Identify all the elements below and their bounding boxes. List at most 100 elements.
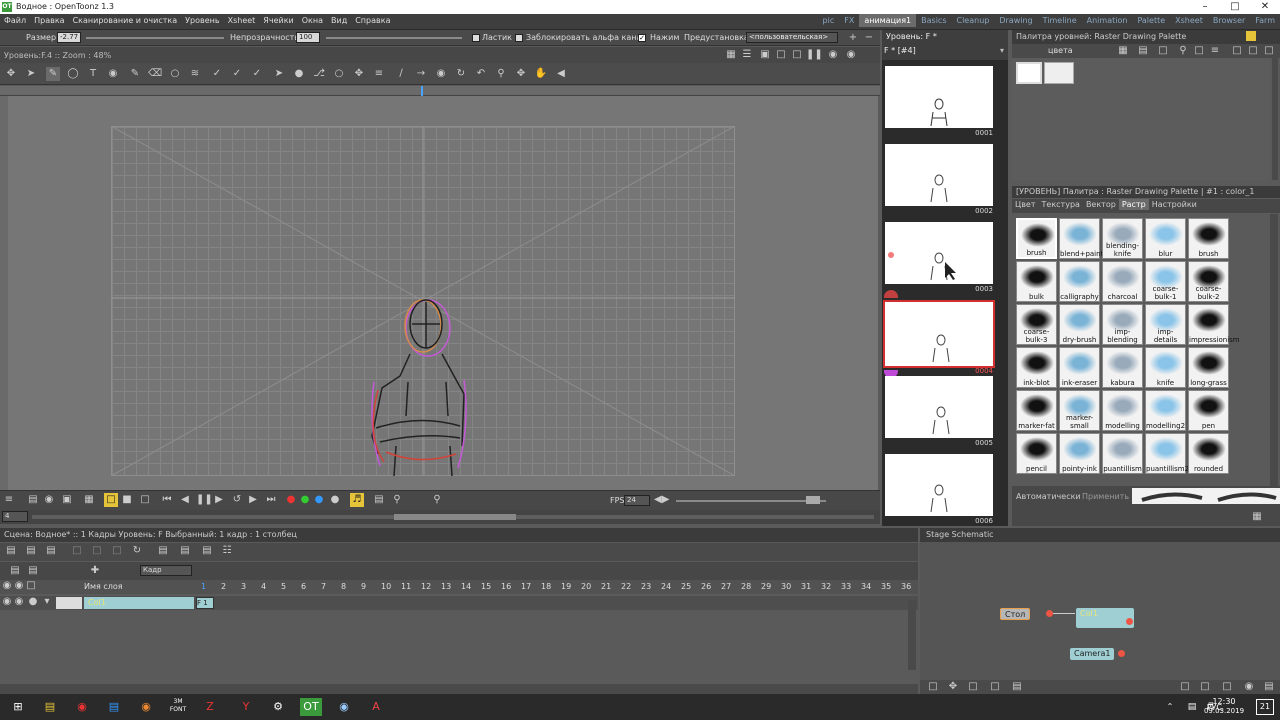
fill-tool-icon[interactable]: ◉: [106, 67, 120, 81]
menu-view[interactable]: Вид: [327, 14, 351, 27]
sound-icon[interactable]: ♬: [350, 493, 364, 507]
brush-swatch[interactable]: ink-eraser: [1059, 347, 1100, 388]
safe-area-icon[interactable]: □: [138, 493, 152, 507]
settings-icon[interactable]: ▦: [1250, 510, 1264, 524]
rotate-tool-icon[interactable]: ↻: [454, 67, 468, 81]
new-pegbar-icon[interactable]: □: [1198, 680, 1212, 694]
brush-swatch[interactable]: ink-blot: [1016, 347, 1057, 388]
node-port[interactable]: [1126, 618, 1133, 625]
close-panel-icon[interactable]: □: [1262, 44, 1276, 58]
tray-arrow-icon[interactable]: ⌃: [1160, 698, 1180, 716]
chevron-left-icon[interactable]: ◀: [554, 67, 568, 81]
increase-icon[interactable]: ▤: [200, 544, 214, 558]
yandex-browser-icon[interactable]: ◉: [72, 698, 92, 716]
focus-icon[interactable]: ✥: [946, 680, 960, 694]
file-explorer-icon[interactable]: ▤: [40, 698, 60, 716]
style-picker-icon[interactable]: ≋: [188, 67, 202, 81]
xsheet-cell-area[interactable]: [0, 612, 910, 682]
room-tab[interactable]: Cleanup: [952, 14, 995, 27]
pin-icon[interactable]: ⚲: [430, 493, 444, 507]
camera-tool-icon[interactable]: ✥: [514, 67, 528, 81]
brush-swatch[interactable]: coarse-bulk-1: [1145, 261, 1186, 302]
close-button[interactable]: ✕: [1250, 0, 1280, 14]
checker-bg-icon[interactable]: ▦: [82, 493, 96, 507]
firefox-icon[interactable]: ◉: [136, 698, 156, 716]
last-frame-icon[interactable]: ⏭: [264, 493, 278, 507]
duplicate-icon[interactable]: ▤: [156, 544, 170, 558]
lock-palette-icon[interactable]: □: [1192, 44, 1206, 58]
room-tab[interactable]: Xsheet: [1170, 14, 1208, 27]
node-port[interactable]: [1118, 650, 1125, 657]
room-tab[interactable]: FX: [839, 14, 859, 27]
settings-gear-icon[interactable]: ⚙: [268, 698, 288, 716]
steam-icon[interactable]: ◉: [334, 698, 354, 716]
brush-swatch[interactable]: coarse-bulk-3: [1016, 304, 1057, 345]
toggle-fx-icon[interactable]: ▤: [1010, 680, 1024, 694]
brush-swatch[interactable]: rounded: [1188, 433, 1229, 474]
list-icon[interactable]: ☰: [740, 48, 754, 62]
brush-swatch[interactable]: bulk: [1016, 261, 1057, 302]
clock-date[interactable]: 09.03.2019: [1200, 707, 1248, 715]
style-chip[interactable]: [1044, 62, 1074, 84]
normalize-icon[interactable]: □: [988, 680, 1002, 694]
room-tab[interactable]: Drawing: [994, 14, 1037, 27]
minimize-panel-icon[interactable]: □: [1230, 44, 1244, 58]
level-frame[interactable]: 0001: [885, 66, 993, 137]
hand-pan-icon[interactable]: ✋: [534, 67, 548, 81]
table-node[interactable]: Стол: [1000, 608, 1031, 620]
level-frame[interactable]: 0005: [885, 376, 993, 447]
brush-swatch[interactable]: calligraphy: [1059, 261, 1100, 302]
first-frame-icon[interactable]: ⏮: [160, 493, 174, 507]
yandex-icon[interactable]: Y: [236, 698, 256, 716]
tab-raster[interactable]: Растр: [1118, 199, 1149, 210]
room-tab[interactable]: Basics: [916, 14, 951, 27]
rgb-picker-icon[interactable]: ✓: [210, 67, 224, 81]
brush-swatch[interactable]: blur: [1145, 218, 1186, 259]
menu-level[interactable]: Уровень: [181, 14, 223, 27]
filezilla-icon[interactable]: Z: [200, 698, 220, 716]
skeleton-tool-icon[interactable]: ≡: [372, 67, 386, 81]
chevron-down-icon[interactable]: ▾: [40, 596, 54, 608]
brush-swatch[interactable]: puantillism: [1102, 433, 1143, 474]
palette-scrollbar[interactable]: [1272, 58, 1278, 180]
layout-icon[interactable]: ▤: [8, 564, 22, 578]
brush-swatch[interactable]: pen: [1188, 390, 1229, 431]
menu-xsheet[interactable]: Xsheet: [224, 14, 260, 27]
toggle-icon[interactable]: ☷: [220, 544, 234, 558]
node-port[interactable]: [1046, 610, 1053, 617]
room-tab[interactable]: Farm: [1250, 14, 1280, 27]
new-camera-icon[interactable]: □: [1178, 680, 1192, 694]
column-name[interactable]: Col1: [84, 597, 194, 609]
hook-tool-icon[interactable]: →: [414, 67, 428, 81]
menu-icon[interactable]: ≡: [1208, 44, 1222, 58]
lock-icon[interactable]: [1246, 31, 1256, 41]
bender-tool-icon[interactable]: ⎇: [312, 67, 326, 81]
menu-edit[interactable]: Правка: [30, 14, 68, 27]
reset-icon[interactable]: □: [966, 680, 980, 694]
eraser-tool-icon[interactable]: ⌫: [148, 67, 162, 81]
size-input[interactable]: -2.77: [57, 32, 81, 43]
freeze-icon[interactable]: ◉: [844, 48, 858, 62]
animate-tool-icon[interactable]: ✥: [4, 67, 18, 81]
tab-texture[interactable]: Текстура: [1039, 199, 1083, 210]
lock-icon[interactable]: ●: [26, 596, 40, 608]
brush-swatch[interactable]: imp-blending: [1102, 304, 1143, 345]
room-tab[interactable]: pic: [818, 14, 840, 27]
brush-swatch[interactable]: blend+paint: [1059, 218, 1103, 259]
white-bg-icon[interactable]: □: [104, 493, 118, 507]
menu-icon[interactable]: ≡: [2, 493, 16, 507]
opacity-slider[interactable]: [326, 37, 462, 39]
compare-icon[interactable]: ▣: [60, 493, 74, 507]
brush-swatch[interactable]: coarse-bulk-2: [1188, 261, 1229, 302]
brush-scrollbar[interactable]: [1270, 214, 1278, 486]
room-tab[interactable]: Browser: [1208, 14, 1250, 27]
level-frame[interactable]: 0003: [885, 222, 993, 293]
pump-tool-icon[interactable]: ➤: [272, 67, 286, 81]
selection-tool-icon[interactable]: ➤: [24, 67, 38, 81]
brush-tool-icon[interactable]: ✎: [46, 67, 60, 81]
layout2-icon[interactable]: ▤: [26, 564, 40, 578]
brush-swatch[interactable]: charcoal: [1102, 261, 1143, 302]
insert-icon[interactable]: ▤: [178, 544, 192, 558]
pause-icon[interactable]: ❚❚: [806, 48, 823, 62]
apply-button[interactable]: Применить: [1082, 492, 1129, 501]
